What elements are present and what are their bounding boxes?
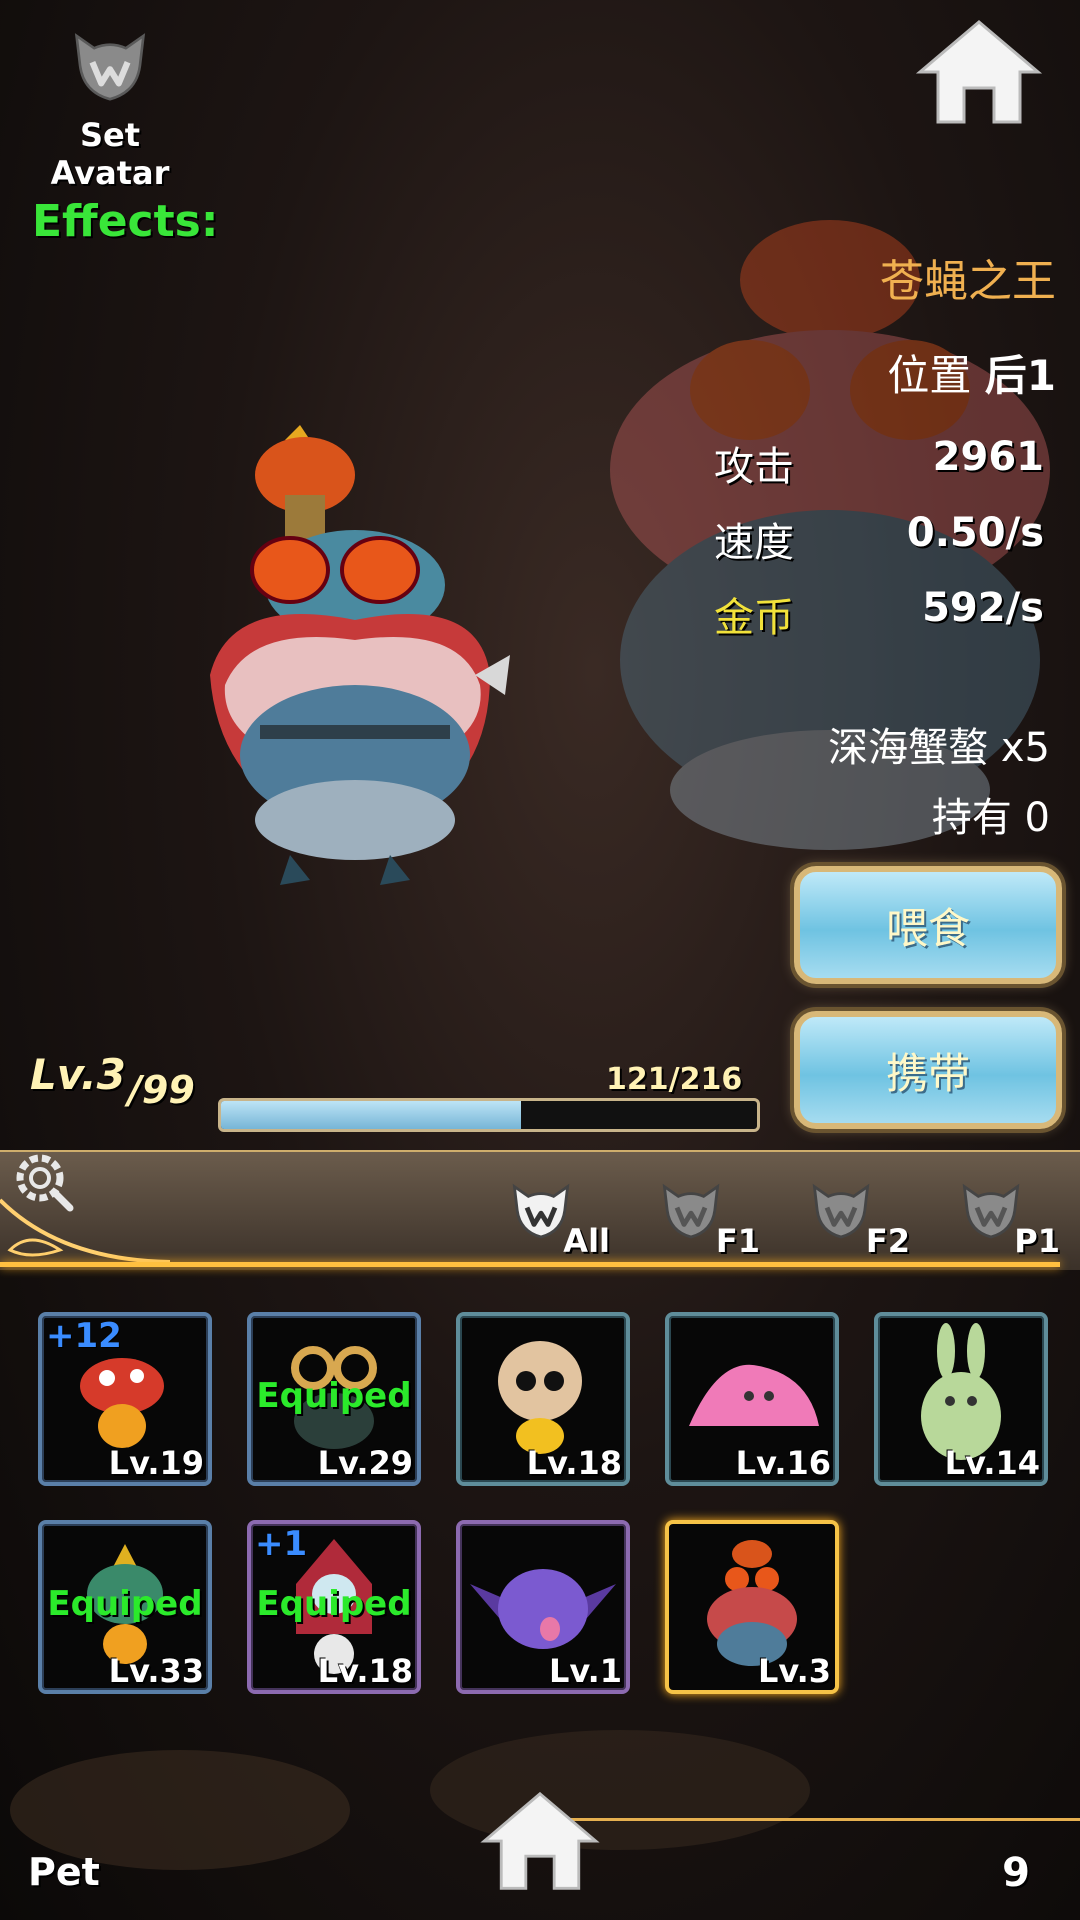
pet-plus-badge: +12 bbox=[46, 1316, 122, 1356]
filter-tab-p1[interactable]: P1 bbox=[950, 1170, 1060, 1260]
pet-level-label: Lv.16 bbox=[735, 1444, 831, 1482]
pet-level-label: Lv.18 bbox=[526, 1444, 622, 1482]
home-icon bbox=[480, 1791, 600, 1890]
pet-level-label: Lv.14 bbox=[944, 1444, 1040, 1482]
bottom-divider bbox=[560, 1818, 1080, 1821]
filter-tab-label: All bbox=[563, 1222, 610, 1260]
pet-equipped-label: Equiped bbox=[256, 1376, 412, 1416]
xp-bar-fill bbox=[221, 1101, 522, 1129]
position-value: 后1 bbox=[984, 351, 1056, 400]
stat-row-speed: 速度 0.50/s bbox=[714, 510, 1044, 568]
owned-count: 持有 0 bbox=[931, 795, 1050, 841]
pet-name: 苍蝇之王 bbox=[880, 256, 1056, 307]
pet-level-label: Lv.3 bbox=[757, 1652, 831, 1690]
stat-value: 592/s bbox=[922, 585, 1044, 631]
effects-label: Effects: bbox=[32, 196, 219, 247]
filter-tab-all[interactable]: All bbox=[500, 1170, 610, 1260]
xp-text: 121/216 bbox=[606, 1062, 743, 1097]
pet-level-max: /99 bbox=[128, 1068, 195, 1112]
footer-pet-count: 9 bbox=[1002, 1850, 1030, 1896]
xp-bar bbox=[218, 1098, 760, 1132]
stat-label: 攻击 bbox=[714, 444, 794, 490]
stat-value: 2961 bbox=[932, 434, 1044, 480]
gear-search-icon[interactable] bbox=[10, 1148, 76, 1214]
filter-tab-label: F1 bbox=[715, 1222, 760, 1260]
home-button-bottom[interactable] bbox=[478, 1790, 602, 1898]
stat-value: 0.50/s bbox=[906, 510, 1044, 556]
filter-tab-f2[interactable]: F2 bbox=[800, 1170, 910, 1260]
pet-slot[interactable]: Lv.18 bbox=[456, 1312, 630, 1486]
pet-slot[interactable]: Lv.1 bbox=[456, 1520, 630, 1694]
pet-slot[interactable]: Equiped Lv.29 bbox=[247, 1312, 421, 1486]
carry-button[interactable]: 携带 bbox=[794, 1011, 1062, 1129]
stat-label: 速度 bbox=[714, 520, 794, 566]
pet-level-label: Lv.1 bbox=[548, 1652, 622, 1690]
pet-slot[interactable]: Equiped Lv.33 bbox=[38, 1520, 212, 1694]
pet-level-label: Lv.19 bbox=[108, 1444, 204, 1482]
filter-tab-label: P1 bbox=[1014, 1222, 1060, 1260]
position-stat: 位置 后1 bbox=[887, 342, 1056, 403]
pet-level-label: Lv.33 bbox=[108, 1652, 204, 1690]
position-label: 位置 bbox=[887, 351, 972, 400]
stat-label: 金币 bbox=[714, 595, 794, 641]
set-avatar-label: Set Avatar bbox=[50, 116, 170, 192]
pet-plus-badge: +1 bbox=[255, 1524, 308, 1564]
footer-title: Pet bbox=[28, 1850, 100, 1894]
home-button-top[interactable] bbox=[914, 18, 1044, 132]
pet-slot-selected[interactable]: Lv.3 bbox=[665, 1520, 839, 1694]
pet-equipped-label: Equiped bbox=[47, 1584, 203, 1624]
feed-button[interactable]: 喂食 bbox=[794, 866, 1062, 984]
pet-level-label: Lv.29 bbox=[317, 1444, 413, 1482]
wolf-emblem-icon bbox=[74, 33, 146, 101]
pet-slot[interactable]: Lv.14 bbox=[874, 1312, 1048, 1486]
pet-level: Lv.3 bbox=[30, 1050, 126, 1099]
stat-row-gold: 金币 592/s bbox=[714, 585, 1044, 643]
set-avatar-button[interactable]: Set Avatar bbox=[20, 20, 200, 192]
pet-slot[interactable]: +12 Lv.19 bbox=[38, 1312, 212, 1486]
home-icon bbox=[915, 20, 1043, 124]
filter-bar-divider bbox=[0, 1262, 1060, 1267]
stat-row-attack: 攻击 2961 bbox=[714, 434, 1044, 492]
food-requirement: 深海蟹螯 x5 bbox=[828, 725, 1050, 771]
pet-level-label: Lv.18 bbox=[317, 1652, 413, 1690]
pet-slot[interactable]: Lv.16 bbox=[665, 1312, 839, 1486]
filter-tab-label: F2 bbox=[865, 1222, 910, 1260]
pet-slot[interactable]: +1 Equiped Lv.18 bbox=[247, 1520, 421, 1694]
pet-equipped-label: Equiped bbox=[256, 1584, 412, 1624]
filter-tab-f1[interactable]: F1 bbox=[650, 1170, 760, 1260]
pet-portrait bbox=[210, 425, 510, 885]
